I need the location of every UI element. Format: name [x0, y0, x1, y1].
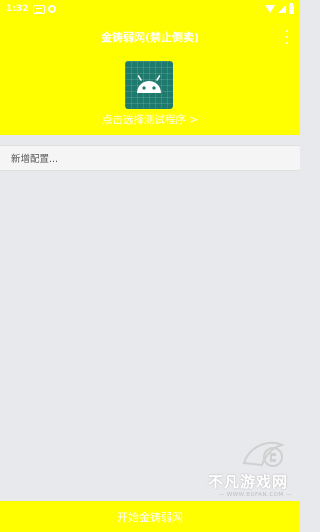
- new-config-item[interactable]: 新增配置...: [0, 145, 300, 171]
- watermark: 不凡游戏网 — WWW.BUFAN.COM —: [182, 435, 292, 505]
- status-time: 1:32: [6, 4, 29, 14]
- watermark-logo-icon: [242, 441, 285, 467]
- battery-icon: [289, 2, 294, 14]
- app-header: 金铸弱网(禁止倒卖) 点击选择测试程序 >: [0, 18, 300, 135]
- start-button[interactable]: 开始金铸弱网: [0, 501, 300, 532]
- more-options-icon[interactable]: [284, 30, 290, 44]
- watermark-text: 不凡游戏网: [207, 473, 288, 491]
- watermark-subtext: — WWW.BUFAN.COM —: [218, 492, 292, 498]
- select-test-program-link[interactable]: 点击选择测试程序 >: [0, 112, 300, 127]
- page-title: 金铸弱网(禁止倒卖): [100, 31, 200, 44]
- notification-icon: [33, 4, 46, 14]
- status-bar: 1:32: [0, 0, 300, 18]
- status-indicators: [265, 2, 294, 14]
- wifi-icon: [265, 5, 275, 13]
- signal-icon: [278, 5, 286, 13]
- settings-icon: [48, 5, 57, 13]
- android-app-icon[interactable]: [125, 61, 173, 109]
